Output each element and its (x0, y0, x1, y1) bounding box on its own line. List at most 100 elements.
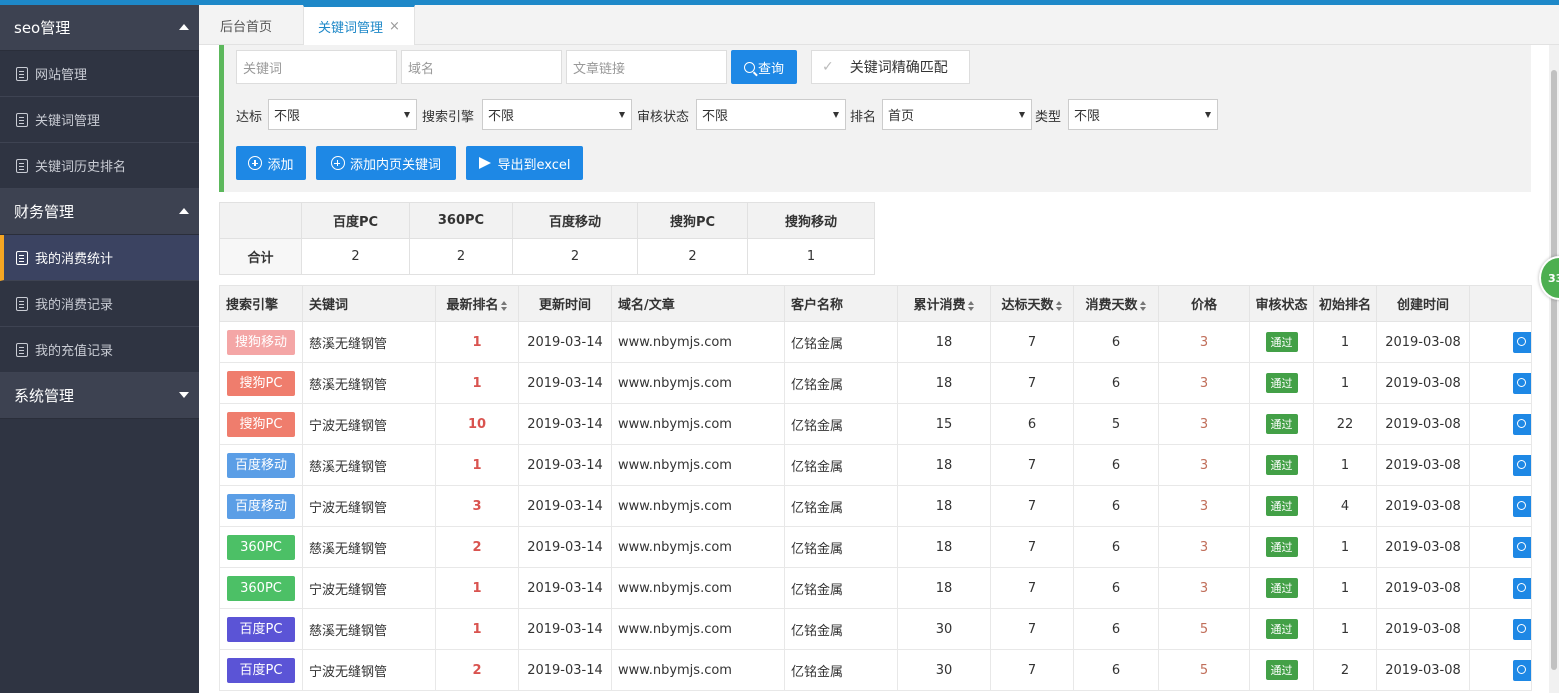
updated-cell: 2019-03-14 (518, 608, 612, 650)
summary-header-row: 百度PC 360PC 百度移动 搜狗PC 搜狗移动 (219, 202, 875, 239)
days-paid-cell: 6 (1073, 567, 1159, 609)
edit-icon[interactable] (1513, 413, 1531, 435)
engine-badge: 百度PC (227, 657, 295, 683)
price-value: 5 (1199, 662, 1209, 678)
actions-cell (1469, 444, 1532, 486)
latest-rank: 1 (472, 580, 482, 596)
col-header-keyword[interactable]: 关键词 (302, 285, 436, 322)
latest-rank: 10 (467, 416, 487, 432)
sort-icon[interactable] (500, 300, 508, 311)
filter-label-qualified: 达标 (236, 110, 263, 125)
add-button[interactable]: 添加 (236, 146, 306, 180)
edit-icon[interactable] (1513, 331, 1531, 353)
col-header-customer[interactable]: 客户名称 (784, 285, 898, 322)
edit-icon[interactable] (1513, 536, 1531, 558)
updated-cell: 2019-03-14 (518, 567, 612, 609)
sidebar-item-recharge-records[interactable]: 我的充值记录 (0, 327, 199, 373)
col-header-days-paid[interactable]: 消费天数 (1073, 285, 1159, 322)
sidebar-group-finance[interactable]: 财务管理 (0, 189, 199, 235)
engine-badge: 百度PC (227, 616, 295, 642)
type-select[interactable]: 不限 (1068, 99, 1218, 130)
col-header-days-ok[interactable]: 达标天数 (990, 285, 1074, 322)
total-cell: 15 (897, 403, 991, 445)
price-value: 3 (1199, 539, 1209, 555)
engine-cell: 搜狗移动 (219, 321, 303, 363)
edit-icon[interactable] (1513, 577, 1531, 599)
sidebar-item-label: 我的消费统计 (35, 252, 114, 267)
header-label: 搜索引擎 (226, 298, 279, 313)
col-header-created[interactable]: 创建时间 (1376, 285, 1470, 322)
table-row: 搜狗PC 宁波无缝钢管 10 2019-03-14 www.nbymjs.com 亿铭金属… (219, 403, 1532, 445)
document-icon (16, 158, 28, 173)
edit-icon[interactable] (1513, 659, 1531, 681)
audit-status-select[interactable]: 不限 (696, 99, 846, 130)
tab-keyword-management[interactable]: 关键词管理 × (303, 5, 415, 46)
sort-icon[interactable] (1055, 300, 1063, 311)
summary-value: 2 (512, 238, 638, 275)
edit-icon[interactable] (1513, 495, 1531, 517)
customer-cell: 亿铭金属 (784, 444, 898, 486)
sidebar-item-label: 我的充值记录 (35, 344, 114, 359)
sidebar-item-keyword-history[interactable]: 关键词历史排名 (0, 143, 199, 189)
exact-match-checkbox[interactable]: ✓ 关键词精确匹配 (811, 50, 970, 84)
engine-select[interactable]: 不限 (482, 99, 632, 130)
header-label: 初始排名 (1318, 298, 1371, 313)
price-value: 3 (1199, 457, 1209, 473)
plus-circle-icon (248, 156, 263, 170)
close-icon[interactable]: × (389, 19, 400, 34)
keyword-cell: 慈溪无缝钢管 (302, 526, 436, 568)
qualified-select[interactable]: 不限 (268, 99, 417, 130)
sidebar-item-sites[interactable]: 网站管理 (0, 51, 199, 97)
engine-cell: 360PC (219, 526, 303, 568)
chevron-up-icon (179, 208, 189, 214)
col-header-status[interactable]: 审核状态 (1249, 285, 1314, 322)
table-row: 百度PC 慈溪无缝钢管 1 2019-03-14 www.nbymjs.com 亿铭金属 3… (219, 608, 1532, 650)
status-cell: 通过 (1249, 444, 1314, 486)
col-header-init-rank[interactable]: 初始排名 (1313, 285, 1377, 322)
edit-icon[interactable] (1513, 618, 1531, 640)
scrollbar-thumb[interactable] (1551, 70, 1557, 670)
sidebar-item-label: 关键词管理 (35, 114, 101, 129)
col-header-updated[interactable]: 更新时间 (518, 285, 612, 322)
col-header-domain[interactable]: 域名/文章 (611, 285, 785, 322)
summary-header-cell: 搜狗移动 (747, 202, 875, 239)
scrollbar[interactable] (1549, 45, 1559, 693)
sort-icon[interactable] (967, 300, 975, 311)
floating-badge[interactable]: 33 (1539, 256, 1559, 300)
edit-icon[interactable] (1513, 454, 1531, 476)
days-ok-cell: 7 (990, 526, 1074, 568)
sidebar-group-label: seo管理 (14, 19, 71, 37)
price-cell: 3 (1158, 403, 1250, 445)
keyword-input[interactable]: 关键词 (236, 50, 397, 84)
updated-cell: 2019-03-14 (518, 649, 612, 691)
query-button[interactable]: 查询 (731, 50, 797, 84)
summary-header-cell: 百度移动 (512, 202, 638, 239)
edit-icon[interactable] (1513, 372, 1531, 394)
rank-select[interactable]: 首页 (882, 99, 1032, 130)
latest-rank: 1 (472, 375, 482, 391)
tab-home[interactable]: 后台首页 (206, 5, 286, 45)
col-header-total[interactable]: 累计消费 (897, 285, 991, 322)
domain-input[interactable]: 域名 (401, 50, 562, 84)
col-header-engine[interactable]: 搜索引擎 (219, 285, 303, 322)
customer-cell: 亿铭金属 (784, 321, 898, 363)
filter-label-type: 类型 (1035, 110, 1062, 125)
sidebar-item-keywords[interactable]: 关键词管理 (0, 97, 199, 143)
export-excel-button[interactable]: 导出到excel (466, 146, 583, 180)
sidebar-item-consumption-stats[interactable]: 我的消费统计 (0, 235, 199, 281)
col-header-price[interactable]: 价格 (1158, 285, 1250, 322)
col-header-latest-rank[interactable]: 最新排名 (435, 285, 519, 322)
sidebar-group-seo[interactable]: seo管理 (0, 5, 199, 51)
article-link-input[interactable]: 文章链接 (566, 50, 727, 84)
table-row: 搜狗PC 慈溪无缝钢管 1 2019-03-14 www.nbymjs.com 亿铭金属 1… (219, 362, 1532, 404)
sidebar-item-consumption-records[interactable]: 我的消费记录 (0, 281, 199, 327)
sort-icon[interactable] (1139, 300, 1147, 311)
add-inner-keyword-button[interactable]: 添加内页关键词 (316, 146, 456, 180)
total-cell: 18 (897, 567, 991, 609)
domain-cell: www.nbymjs.com (611, 403, 785, 445)
created-cell: 2019-03-08 (1376, 362, 1470, 404)
updated-cell: 2019-03-14 (518, 321, 612, 363)
price-cell: 3 (1158, 526, 1250, 568)
sidebar-group-system[interactable]: 系统管理 (0, 373, 199, 419)
summary-header-cell (219, 202, 302, 239)
